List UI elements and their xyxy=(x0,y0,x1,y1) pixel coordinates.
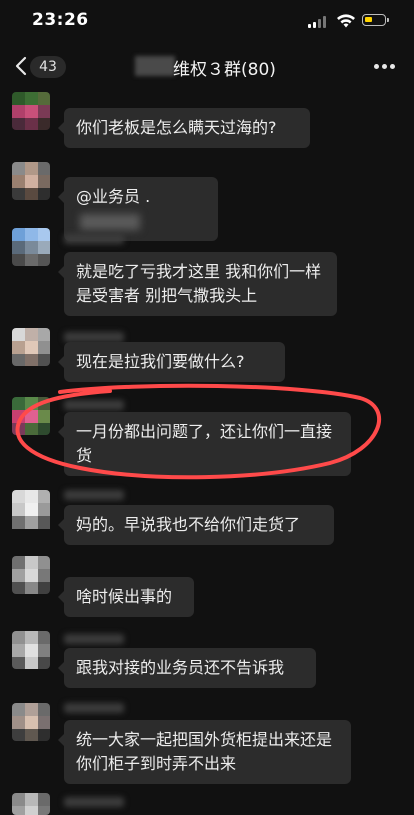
mention-text: @业务员 . xyxy=(76,187,151,206)
message-list[interactable]: 你们老板是怎么瞒天过海的? @业务员 . 就是吃了亏我才这里 我和你们一样是受害… xyxy=(0,90,414,815)
phone-screen: 23:26 43 维权３群(80) 你们老板是怎么瞒天过海的? @业务员 . 就… xyxy=(0,0,414,815)
message-bubble[interactable]: 现在是拉我们要做什么? xyxy=(58,342,285,382)
chat-header: 43 维权３群(80) xyxy=(0,44,414,90)
avatar[interactable] xyxy=(12,92,50,130)
signal-icon xyxy=(308,15,328,28)
title-redaction xyxy=(135,56,175,76)
back-arrow-icon[interactable] xyxy=(14,56,28,76)
message-bubble[interactable]: 统一大家一起把国外货柜提出来还是你们柜子到时弄不出来 xyxy=(58,720,351,784)
wifi-icon xyxy=(337,14,355,28)
status-time: 23:26 xyxy=(32,10,89,30)
message-bubble[interactable]: 跟我对接的业务员还不告诉我 xyxy=(58,648,316,688)
sender-name-redaction xyxy=(64,490,124,500)
battery-icon xyxy=(362,14,389,26)
message-bubble[interactable]: @业务员 . xyxy=(58,177,218,241)
message-bubble[interactable]: 啥时候出事的 xyxy=(58,577,194,617)
avatar[interactable] xyxy=(12,793,50,815)
sender-name-redaction xyxy=(64,400,124,410)
sender-name-redaction xyxy=(64,703,124,713)
avatar[interactable] xyxy=(12,328,50,366)
status-bar: 23:26 xyxy=(0,0,414,44)
message-bubble[interactable]: 就是吃了亏我才这里 我和你们一样是受害者 别把气撒我头上 xyxy=(58,252,337,316)
unread-count-badge[interactable]: 43 xyxy=(30,56,66,78)
mention-redaction xyxy=(80,213,140,230)
avatar[interactable] xyxy=(12,397,50,435)
sender-name-redaction xyxy=(64,634,124,644)
message-bubble[interactable]: 一月份都出问题了，还让你们一直接货 xyxy=(58,412,351,476)
more-icon[interactable] xyxy=(374,64,396,70)
avatar[interactable] xyxy=(12,228,50,266)
chat-title: 维权３群(80) xyxy=(173,60,276,80)
status-icons xyxy=(302,12,392,30)
avatar[interactable] xyxy=(12,162,50,200)
sender-name-redaction xyxy=(64,797,124,807)
avatar[interactable] xyxy=(12,490,50,534)
sender-name-redaction xyxy=(64,332,124,342)
message-bubble[interactable]: 你们老板是怎么瞒天过海的? xyxy=(58,108,310,148)
sender-name-redaction xyxy=(64,234,124,244)
message-bubble[interactable]: 妈的。早说我也不给你们走货了 xyxy=(58,505,334,545)
avatar[interactable] xyxy=(12,556,50,594)
avatar[interactable] xyxy=(12,703,50,741)
avatar[interactable] xyxy=(12,631,50,669)
